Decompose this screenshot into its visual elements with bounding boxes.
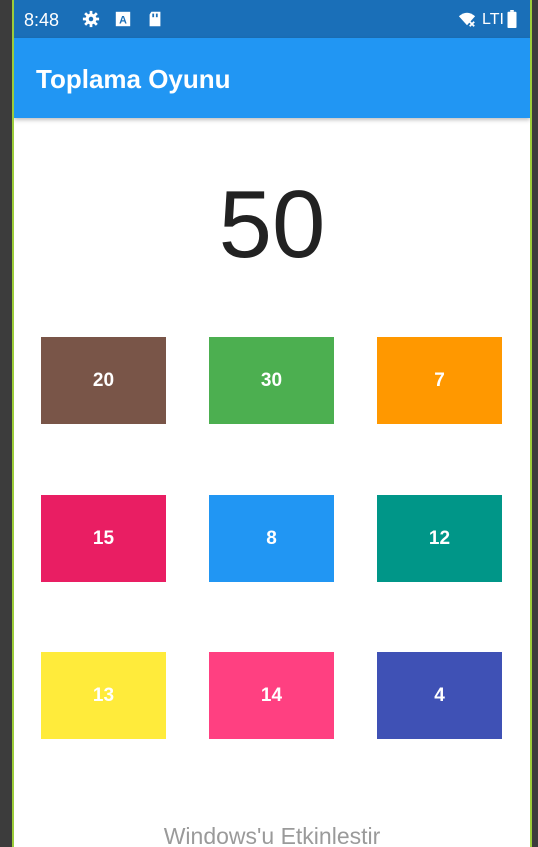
tile-button[interactable]: 13 [41,652,166,739]
tile-button[interactable]: 8 [209,495,334,582]
tile-label: 30 [260,369,283,391]
svg-text:A: A [119,15,127,27]
status-bar: 8:48 A LTI [14,0,530,38]
tile-label: 8 [266,527,277,549]
app-bar: Toplama Oyunu [14,38,530,118]
tile-button[interactable]: 20 [41,337,166,424]
tile-label: 13 [92,684,115,706]
tile-button[interactable]: 15 [41,495,166,582]
tile-button[interactable]: 14 [209,652,334,739]
activation-watermark: Windows'u Etkinlestir [163,823,381,847]
gear-icon [82,10,100,28]
tile-button[interactable]: 12 [377,495,502,582]
status-time: 8:48 [24,10,60,30]
tile-label: 12 [428,527,451,549]
tile-label: 4 [434,684,445,706]
tile-label: 7 [434,369,445,391]
battery-icon [507,10,517,28]
tile-button[interactable]: 4 [377,652,502,739]
network-label: LTI [482,11,504,28]
sd-card-icon [149,11,161,27]
a-box-icon: A [115,11,131,27]
tile-button[interactable]: 30 [209,337,334,424]
target-number: 50 [218,171,326,278]
tile-label: 20 [92,369,115,391]
tile-button[interactable]: 7 [377,337,502,424]
tile-label: 14 [260,684,283,706]
phone-screen: 8:48 A LTI Toplama Oyunu 50 20 30 7 15 8… [12,0,532,847]
app-title: Toplama Oyunu [36,64,231,94]
wifi-off-icon [458,12,476,27]
tile-label: 15 [92,527,115,549]
